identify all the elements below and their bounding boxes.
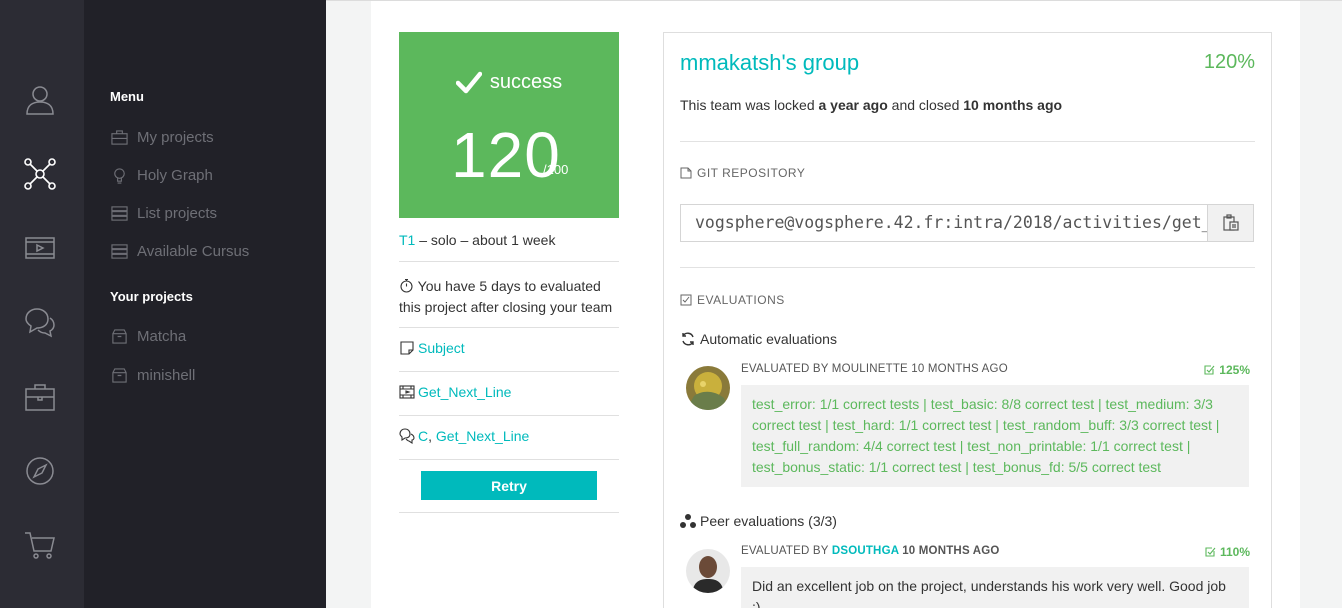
- tags-row: C, Get_Next_Line: [399, 428, 529, 444]
- chat-bubbles-icon: [399, 428, 415, 444]
- score-status-label: success: [489, 70, 563, 93]
- project-details: – solo – about 1 week: [415, 232, 556, 248]
- divider: [399, 371, 619, 372]
- project-item-minishell[interactable]: minishell: [110, 366, 195, 384]
- closed-when: 10 months ago: [963, 97, 1063, 113]
- tag-c[interactable]: C: [418, 428, 428, 444]
- menu-item-label: Holy Graph: [137, 166, 213, 184]
- get-next-line-link-label: Get_Next_Line: [418, 384, 512, 400]
- peer-evaluations-heading: Peer evaluations (3/3): [680, 513, 837, 529]
- automatic-eval-details: test_error: 1/1 correct tests | test_bas…: [741, 385, 1249, 487]
- refresh-icon: [682, 332, 694, 346]
- git-repository-label-text: GIT REPOSITORY: [697, 166, 806, 180]
- peers-icon: [680, 514, 696, 528]
- lock-prefix: This team was locked: [680, 97, 819, 113]
- project-item-label: minishell: [137, 366, 196, 384]
- shopping-cart-icon[interactable]: [22, 527, 58, 563]
- checkmark-icon: [1205, 547, 1216, 557]
- tag-separator: ,: [428, 428, 436, 444]
- checkbox-icon: [680, 294, 692, 306]
- automatic-eval-score: 125%: [1190, 363, 1250, 377]
- menu-item-label: List projects: [137, 204, 218, 222]
- menu-item-my-projects[interactable]: My projects: [110, 128, 214, 146]
- copy-button[interactable]: [1207, 204, 1254, 242]
- score-box: success 120 /100: [399, 32, 619, 218]
- compass-icon[interactable]: [22, 453, 58, 489]
- divider: [680, 267, 1255, 268]
- peer-eval-score-value: 110%: [1219, 545, 1250, 559]
- score-value: 120: [451, 119, 561, 191]
- group-title[interactable]: mmakatsh's group: [680, 50, 859, 76]
- lock-middle: and closed: [887, 97, 964, 113]
- checkmark-icon: [1204, 365, 1215, 375]
- user-icon[interactable]: [22, 82, 58, 118]
- peer-eval-time: 10 MONTHS AGO: [898, 545, 1000, 557]
- subject-link[interactable]: Subject: [399, 340, 465, 356]
- bulb-icon: [110, 166, 128, 184]
- retry-button[interactable]: Retry: [421, 471, 597, 500]
- chat-bubbles-icon[interactable]: [22, 304, 58, 340]
- projects-heading: Your projects: [110, 289, 193, 304]
- project-meta: T1 – solo – about 1 week: [399, 232, 619, 248]
- project-item-matcha[interactable]: Matcha: [110, 327, 186, 345]
- briefcase-icon[interactable]: [22, 379, 58, 415]
- peer-eval-score: 110%: [1190, 545, 1250, 559]
- evaluations-label: EVALUATIONS: [680, 293, 785, 307]
- stopwatch-icon: [399, 278, 414, 293]
- tier-label: T1: [399, 232, 416, 248]
- project-item-label: Matcha: [137, 327, 187, 345]
- peer-eval-meta: EVALUATED BY DSOUTHGA 10 MONTHS AGO: [741, 545, 1000, 557]
- menu-item-available-cursus[interactable]: Available Cursus: [110, 242, 249, 260]
- menu-item-label: Available Cursus: [137, 242, 250, 260]
- git-repository-label: GIT REPOSITORY: [680, 166, 805, 180]
- film-icon[interactable]: [22, 230, 58, 266]
- avatar[interactable]: [686, 549, 730, 593]
- lock-status: This team was locked a year ago and clos…: [680, 97, 1062, 113]
- get-next-line-link[interactable]: Get_Next_Line: [399, 384, 511, 400]
- graph-network-icon[interactable]: [22, 156, 58, 192]
- group-percent: 120%: [1203, 51, 1255, 73]
- menu-item-label: My projects: [137, 128, 214, 146]
- peer-eval-meta-prefix: EVALUATED BY: [741, 545, 832, 557]
- automatic-evaluations-heading: Automatic evaluations: [680, 331, 837, 347]
- document-icon: [400, 341, 414, 355]
- subject-link-label: Subject: [418, 340, 465, 356]
- automatic-evaluations-heading-text: Automatic evaluations: [700, 331, 837, 347]
- list-icon: [110, 204, 128, 222]
- divider: [399, 261, 619, 262]
- tag-get-next-line[interactable]: Get_Next_Line: [436, 428, 529, 444]
- document-icon: [680, 167, 692, 179]
- icon-rail: [0, 0, 84, 608]
- evaluation-notice: You have 5 days to evaluated this projec…: [399, 276, 619, 318]
- menu-heading: Menu: [110, 89, 144, 104]
- evaluator-link[interactable]: DSOUTHGA: [832, 545, 899, 557]
- automatic-eval-score-value: 125%: [1219, 363, 1250, 377]
- divider: [399, 415, 619, 416]
- git-url-field[interactable]: vogsphere@vogsphere.42.fr:intra/2018/act…: [680, 204, 1207, 242]
- locked-when: a year ago: [818, 97, 888, 113]
- list-icon: [110, 242, 128, 260]
- automatic-eval-meta: EVALUATED BY MOULINETTE 10 MONTHS AGO: [741, 363, 1008, 375]
- peer-evaluations-heading-text: Peer evaluations (3/3): [700, 513, 837, 529]
- peer-eval-comment: Did an excellent job on the project, und…: [741, 567, 1249, 608]
- menu-panel: Menu My projects Holy Graph List project…: [84, 0, 326, 608]
- score-max: /100: [543, 162, 569, 177]
- checkmark-icon: [455, 71, 482, 94]
- menu-item-holy-graph[interactable]: Holy Graph: [110, 166, 213, 184]
- divider: [399, 459, 619, 460]
- briefcase-icon: [110, 128, 128, 146]
- divider: [399, 512, 619, 513]
- divider: [399, 327, 619, 328]
- clipboard-icon: [1222, 214, 1239, 231]
- score-status: success: [399, 70, 619, 94]
- avatar: [686, 366, 730, 410]
- box-icon: [110, 366, 128, 384]
- menu-item-list-projects[interactable]: List projects: [110, 204, 217, 222]
- evaluations-label-text: EVALUATIONS: [697, 293, 785, 307]
- evaluation-notice-text: You have 5 days to evaluated this projec…: [399, 278, 613, 315]
- divider: [680, 141, 1255, 142]
- box-icon: [110, 327, 128, 345]
- film-icon: [399, 385, 415, 399]
